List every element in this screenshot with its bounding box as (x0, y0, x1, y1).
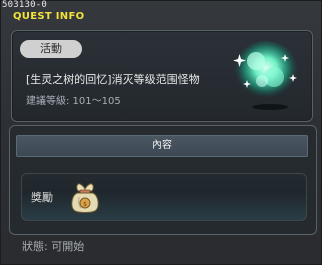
quest-content-panel: 內容 獎勵 $ (9, 125, 317, 235)
recommended-level: 建議等級: 101～105 (26, 96, 121, 107)
sparkle-orb-icon (233, 41, 298, 110)
quest-id: 503130-0 (2, 0, 47, 10)
coin-bag-icon[interactable]: $ (69, 180, 101, 214)
title-bar[interactable]: 503130-0 QUEST INFO (1, 0, 322, 25)
window-title: QUEST INFO (13, 11, 85, 22)
reward-label: 獎勵 (31, 191, 53, 204)
content-header: 內容 (16, 135, 308, 157)
quest-info-window: 503130-0 QUEST INFO 活動 [生灵之树的回忆]消灭等级范围怪物… (0, 0, 322, 265)
reward-box: 獎勵 $ (21, 173, 307, 221)
quest-summary-panel: 活動 [生灵之树的回忆]消灭等级范围怪物 建議等級: 101～105 (11, 30, 313, 122)
quest-status: 狀態: 可開始 (22, 240, 85, 253)
quest-title: [生灵之树的回忆]消灭等级范围怪物 (26, 73, 200, 86)
quest-tag: 活動 (20, 40, 82, 58)
svg-text:$: $ (83, 201, 87, 208)
